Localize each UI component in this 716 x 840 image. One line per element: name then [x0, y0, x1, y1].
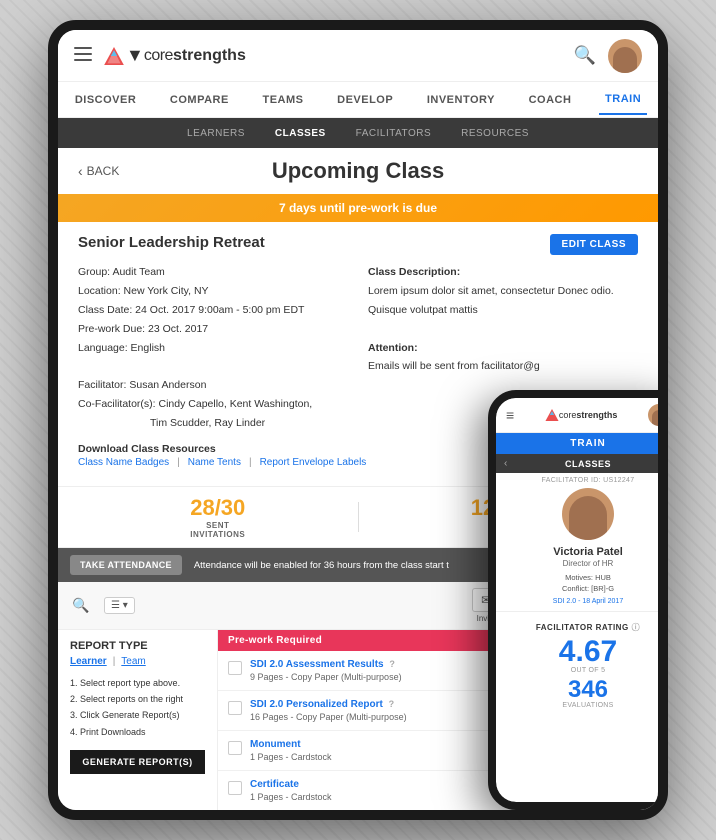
- stat-invitations: 28/30 SENTINVITATIONS: [78, 495, 358, 539]
- sub-nav: LEARNERS CLASSES FACILITATORS RESOURCES: [58, 118, 658, 148]
- attendance-text: Attendance will be enabled for 36 hours …: [194, 560, 449, 571]
- phone-avatar: [648, 404, 658, 426]
- subnav-facilitators[interactable]: FACILITATORS: [356, 128, 431, 139]
- phone-logo: corestrengths: [545, 409, 618, 421]
- nav-discover[interactable]: DISCOVER: [69, 86, 142, 114]
- subnav-classes[interactable]: CLASSES: [275, 128, 326, 139]
- report-detail-4: 1 Pages - Cardstock: [250, 792, 332, 802]
- report-team-link[interactable]: Team: [121, 656, 145, 667]
- back-link[interactable]: ‹ BACK: [78, 163, 119, 179]
- phone-overlay: ≡ corestrengths TRAIN: [488, 390, 658, 810]
- nav-develop[interactable]: DEVELOP: [331, 86, 399, 114]
- phone-classes-label: CLASSES: [565, 459, 611, 469]
- report-detail-2: 16 Pages - Copy Paper (Multi-purpose): [250, 712, 407, 722]
- page-title: Upcoming Class: [272, 158, 444, 184]
- phone-header: ≡ corestrengths: [496, 398, 658, 433]
- report-name-3[interactable]: Monument: [250, 739, 332, 750]
- report-type-panel: REPORT TYPE Learner | Team 1. Select rep…: [58, 630, 218, 810]
- phone-prev-icon[interactable]: ‹: [504, 458, 507, 469]
- toolbar-search-icon[interactable]: 🔍: [70, 595, 92, 617]
- phone-facilitator-name: Victoria Patel: [496, 546, 658, 558]
- edit-class-button[interactable]: EDIT CLASS: [550, 234, 638, 255]
- app-header: ▼ corestrengths 🔍: [58, 30, 658, 82]
- report-checkbox-2[interactable]: [228, 701, 242, 715]
- download-badges[interactable]: Class Name Badges: [78, 457, 169, 468]
- phone-rating-number: 4.67: [506, 637, 658, 667]
- phone-rating-section: FACILITATOR RATING ⓘ 4.67 OUT OF 5 346 E…: [496, 618, 658, 713]
- generate-reports-button[interactable]: GENERATE REPORT(S): [70, 750, 205, 774]
- report-checkbox-3[interactable]: [228, 741, 242, 755]
- search-icon[interactable]: 🔍: [574, 45, 596, 66]
- nav-inventory[interactable]: INVENTORY: [421, 86, 501, 114]
- report-type-title: REPORT TYPE: [70, 640, 205, 652]
- class-info-left: Group: Audit Team Location: New York Cit…: [78, 263, 348, 433]
- phone-facilitator-role: Director of HR: [496, 559, 658, 568]
- subnav-learners[interactable]: LEARNERS: [187, 128, 245, 139]
- phone-menu-icon: ≡: [506, 407, 514, 423]
- phone-facilitator-motives: Motives: HUB Conflict: [BR]-G: [496, 572, 658, 595]
- subnav-resources[interactable]: RESOURCES: [461, 128, 529, 139]
- class-title: Senior Leadership Retreat: [78, 234, 265, 251]
- report-name-2[interactable]: SDI 2.0 Personalized Report ?: [250, 699, 407, 710]
- alert-banner: 7 days until pre-work is due: [58, 194, 658, 222]
- avatar: [608, 39, 642, 73]
- report-checkbox-4[interactable]: [228, 781, 242, 795]
- phone-evaluations: 346: [506, 678, 658, 702]
- take-attendance-button[interactable]: TAKE ATTENDANCE: [70, 555, 182, 575]
- report-steps: 1. Select report type above. 2. Select r…: [70, 675, 205, 740]
- report-detail-1: 9 Pages - Copy Paper (Multi-purpose): [250, 672, 402, 682]
- nav-train[interactable]: TRAIN: [599, 85, 647, 115]
- report-name-4[interactable]: Certificate: [250, 779, 332, 790]
- phone-classes-bar: ‹ CLASSES ›: [496, 454, 658, 473]
- nav-coach[interactable]: COACH: [523, 86, 578, 114]
- report-checkbox-1[interactable]: [228, 661, 242, 675]
- phone-rating-outof: OUT OF 5: [506, 667, 658, 674]
- menu-icon[interactable]: [74, 45, 92, 66]
- nav-teams[interactable]: TEAMS: [256, 86, 309, 114]
- phone-facilitator-avatar: [562, 488, 614, 540]
- app-logo: ▼ corestrengths: [104, 45, 246, 66]
- view-toggle[interactable]: ☰ ▾: [104, 597, 135, 614]
- report-learner-link[interactable]: Learner: [70, 656, 107, 667]
- page-header: ‹ BACK Upcoming Class: [58, 148, 658, 194]
- report-name-1[interactable]: SDI 2.0 Assessment Results ?: [250, 659, 402, 670]
- download-name-tents[interactable]: Name Tents: [188, 457, 241, 468]
- nav-compare[interactable]: COMPARE: [164, 86, 235, 114]
- main-nav: DISCOVER COMPARE TEAMS DEVELOP INVENTORY…: [58, 82, 658, 118]
- phone-profile-link[interactable]: SDI 2.0 - 18 April 2017: [496, 598, 658, 605]
- download-envelopes[interactable]: Report Envelope Labels: [260, 457, 367, 468]
- phone-train-bar: TRAIN: [496, 433, 658, 454]
- report-detail-3: 1 Pages - Cardstock: [250, 752, 332, 762]
- phone-rating-title: FACILITATOR RATING ⓘ: [506, 622, 658, 633]
- phone-divider: [496, 611, 658, 612]
- phone-facilitator-id: FACILITATOR ID: US12247: [496, 473, 658, 488]
- phone-eval-label: EVALUATIONS: [506, 702, 658, 709]
